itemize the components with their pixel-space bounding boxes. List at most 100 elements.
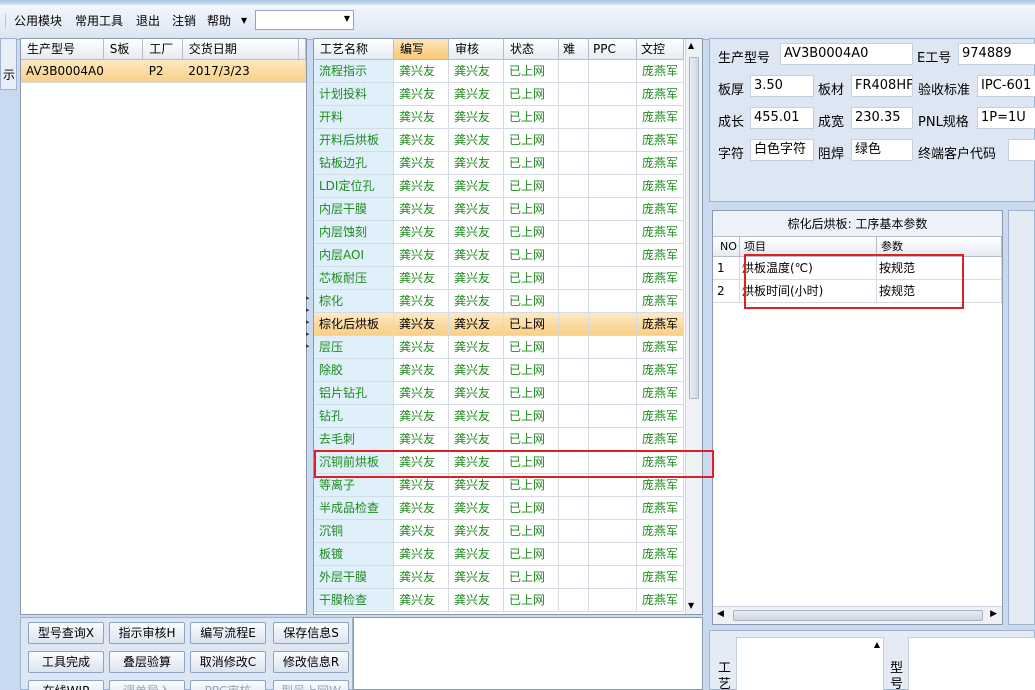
process-col-header[interactable]: PPC [589,39,637,60]
menu-exit[interactable]: 退出 [136,12,160,29]
param-col-header[interactable]: NO [713,237,740,257]
process-row[interactable]: 棕化 龚兴友 龚兴友 已上网 庞燕军 [314,290,702,313]
process-row[interactable]: 内层干膜 龚兴友 龚兴友 已上网 庞燕军 [314,198,702,221]
process-cell: 龚兴友 [394,221,449,244]
collapsed-panel-tab[interactable]: 示 [0,38,17,90]
model-field[interactable]: AV3B0004A0 [780,43,913,65]
action-button[interactable]: 在线WIP [28,680,104,690]
process-cell: 已上网 [504,382,559,405]
orders-col-header[interactable]: 工厂 [143,39,183,60]
action-button[interactable]: 取消修改C [190,651,266,673]
process-cell: 庞燕军 [637,175,684,198]
action-button[interactable]: 型号上网W [273,680,349,690]
process-row[interactable]: 外层干膜 龚兴友 龚兴友 已上网 庞燕军 [314,566,702,589]
process-row[interactable]: 钻孔 龚兴友 龚兴友 已上网 庞燕军 [314,405,702,428]
menu-help[interactable]: 帮助 [207,12,231,29]
menu-bar: 公用模块 常用工具 退出 注销 帮助 ▼ ▼ [0,0,1035,40]
width-field[interactable]: 230.35 [851,107,913,129]
process-cell: 龚兴友 [449,198,504,221]
process-cell [559,497,589,520]
process-cell: 已上网 [504,175,559,198]
process-cell: 已上网 [504,152,559,175]
length-field[interactable]: 455.01 [750,107,814,129]
model-textarea[interactable] [908,637,1035,690]
process-cell: 开料后烘板 [314,129,394,152]
hscroll-thumb[interactable] [733,610,983,621]
order-row[interactable]: AV3B0004A0 P2 2017/3/23 [21,60,306,83]
length-label: 成长 [718,115,745,130]
scroll-down-icon[interactable]: ▼ [688,601,694,610]
action-button[interactable]: 调单导入 [109,680,185,690]
params-hscrollbar[interactable]: ◀ ▶ [713,606,1002,624]
scroll-up-icon[interactable]: ▲ [688,41,694,50]
process-col-header[interactable]: 文控 [637,39,684,60]
process-cell: 龚兴友 [449,336,504,359]
process-cell [559,129,589,152]
action-button[interactable]: 叠层验算 [109,651,185,673]
scroll-right-icon[interactable]: ▶ [990,609,997,619]
thickness-label: 板厚 [718,83,745,98]
process-row[interactable]: 内层AOI 龚兴友 龚兴友 已上网 庞燕军 [314,244,702,267]
menu-logout[interactable]: 注销 [172,12,196,29]
process-cell: 庞燕军 [637,267,684,290]
process-row[interactable]: 去毛刺 龚兴友 龚兴友 已上网 庞燕军 [314,428,702,451]
mask-field[interactable]: 绿色 [851,139,913,161]
process-row[interactable]: 沉铜 龚兴友 龚兴友 已上网 庞燕军 [314,520,702,543]
action-button[interactable]: 编写流程E [190,622,266,644]
process-row[interactable]: 除胶 龚兴友 龚兴友 已上网 庞燕军 [314,359,702,382]
process-row[interactable]: 铝片钻孔 龚兴友 龚兴友 已上网 庞燕军 [314,382,702,405]
process-row[interactable]: 棕化后烘板 龚兴友 龚兴友 已上网 庞燕军 [314,313,702,336]
process-cell: 已上网 [504,267,559,290]
process-row[interactable]: 干膜检查 龚兴友 龚兴友 已上网 庞燕军 [314,589,702,612]
orders-col-header[interactable]: S板 [103,39,144,60]
process-col-header[interactable]: 工艺名称 [314,39,394,60]
module-combo[interactable]: ▼ [255,10,354,30]
thickness-field[interactable]: 3.50 [750,75,814,97]
standard-field[interactable]: IPC-601 [977,75,1035,97]
process-cell [589,129,637,152]
process-row[interactable]: 开料 龚兴友 龚兴友 已上网 庞燕军 [314,106,702,129]
action-button[interactable]: 工具完成 [28,651,104,673]
process-cell: 龚兴友 [449,152,504,175]
orders-col-header[interactable]: 交货日期 [182,39,299,60]
process-cell: 龚兴友 [449,405,504,428]
pnl-field[interactable]: 1P=1U [977,107,1035,129]
material-field[interactable]: FR408HF [851,75,913,97]
help-dropdown-icon[interactable]: ▼ [241,16,247,25]
action-button[interactable]: PPC审核 [190,680,266,690]
scroll-left-icon[interactable]: ◀ [717,609,724,619]
action-button[interactable]: 指示审核H [109,622,185,644]
process-textarea[interactable]: ▲ [736,637,884,690]
menu-public-modules[interactable]: 公用模块 [14,12,62,29]
process-row[interactable]: 层压 龚兴友 龚兴友 已上网 庞燕军 [314,336,702,359]
process-col-header[interactable]: 编写 [394,39,449,60]
process-cell: 庞燕军 [637,221,684,244]
menu-common-tools[interactable]: 常用工具 [75,12,123,29]
process-cell: 龚兴友 [449,244,504,267]
eno-field[interactable]: 974889 [958,43,1035,65]
splitter-handle[interactable]: ▸ ▸ ▸ ▸ ▸ [306,292,312,362]
process-col-header[interactable]: 难 [559,39,589,60]
process-row[interactable]: 开料后烘板 龚兴友 龚兴友 已上网 庞燕军 [314,129,702,152]
action-button[interactable]: 保存信息S [273,622,349,644]
process-row[interactable]: 计划投料 龚兴友 龚兴友 已上网 庞燕军 [314,83,702,106]
process-row[interactable]: 流程指示 龚兴友 龚兴友 已上网 庞燕军 [314,60,702,83]
scroll-thumb[interactable] [689,57,699,399]
action-button[interactable]: 修改信息R [273,651,349,673]
action-button[interactable]: 型号查询X [28,622,104,644]
process-row[interactable]: 钻板边孔 龚兴友 龚兴友 已上网 庞燕军 [314,152,702,175]
process-row[interactable]: 芯板耐压 龚兴友 龚兴友 已上网 庞燕军 [314,267,702,290]
process-cell [559,267,589,290]
process-scrollbar[interactable]: ▲ ▼ [685,39,702,614]
process-row[interactable]: LDI定位孔 龚兴友 龚兴友 已上网 庞燕军 [314,175,702,198]
scroll-up-icon[interactable]: ▲ [874,640,880,649]
process-row[interactable]: 半成品检查 龚兴友 龚兴友 已上网 庞燕军 [314,497,702,520]
process-col-header[interactable]: 状态 [504,39,559,60]
char-field[interactable]: 白色字符 [750,139,814,161]
process-row[interactable]: 板镀 龚兴友 龚兴友 已上网 庞燕军 [314,543,702,566]
customer-field[interactable] [1008,139,1035,161]
process-cell: LDI定位孔 [314,175,394,198]
process-row[interactable]: 内层蚀刻 龚兴友 龚兴友 已上网 庞燕军 [314,221,702,244]
process-col-header[interactable]: 审核 [449,39,504,60]
orders-col-header[interactable]: 生产型号 [21,39,104,60]
